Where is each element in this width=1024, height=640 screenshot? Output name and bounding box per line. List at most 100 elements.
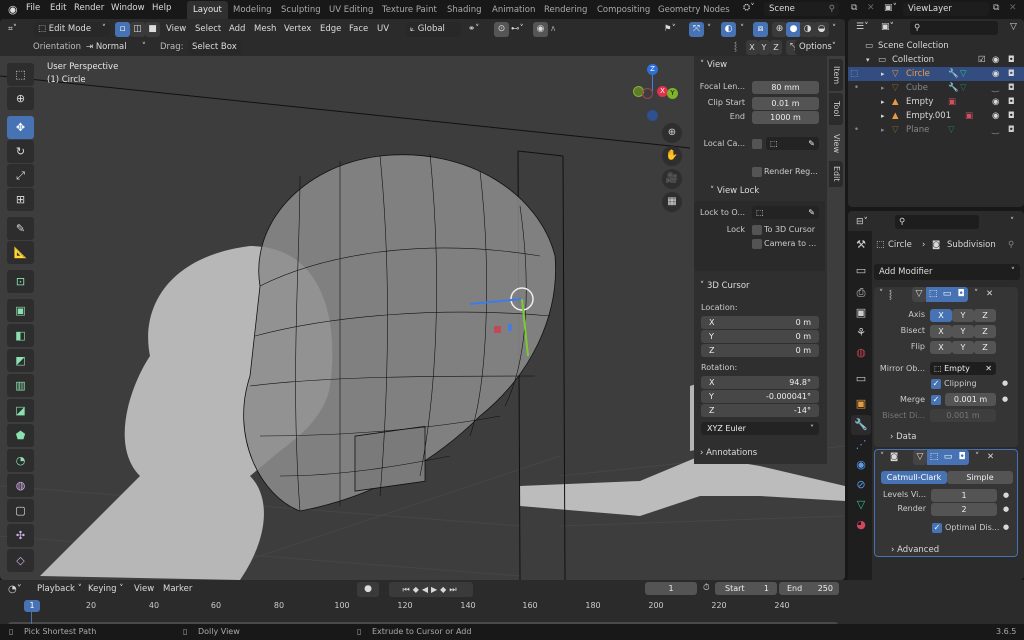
menu-render[interactable]: Render (74, 3, 104, 13)
mesh-data-icon[interactable]: ▽ (960, 81, 967, 95)
tool-select-box[interactable]: ⬚ (7, 63, 34, 86)
menu-edit[interactable]: Edit (50, 3, 66, 13)
collapse-chevron-icon[interactable]: ˅ (879, 289, 883, 299)
render-camera-icon[interactable]: ◘ (1008, 123, 1015, 137)
timeline-view-menu[interactable]: View (134, 582, 154, 597)
current-frame-field[interactable]: 1 (645, 582, 697, 595)
editor-type-icon[interactable]: ⊟˅ (856, 217, 868, 227)
merge-distance-field[interactable]: 0.001 m (945, 393, 996, 406)
playhead[interactable]: 1 (24, 600, 40, 612)
delete-scene-icon[interactable]: ✕ (867, 3, 875, 13)
render-camera-icon[interactable]: ◘ (1008, 109, 1015, 123)
snap-target-icon[interactable]: ⊷˅ (511, 22, 524, 37)
cursor-rotation-y[interactable]: Y -0.000041° (701, 390, 819, 403)
outliner-search-input[interactable]: ⚲ (910, 21, 998, 35)
modifier-menu-chevron-icon[interactable]: ˅ (974, 289, 978, 299)
tool-shear[interactable]: ◇ (7, 549, 34, 572)
mesh-data-icon[interactable]: ▽ (948, 123, 955, 137)
bisect-z-toggle[interactable]: Z (974, 325, 996, 338)
camera-to-view-checkbox[interactable] (752, 239, 762, 249)
gizmo-toggle-icon[interactable]: ⤧ (689, 22, 704, 37)
overlays-toggle-icon[interactable]: ◐ (721, 22, 736, 37)
menu-face[interactable]: Face (349, 22, 368, 37)
rendered-shading-icon[interactable]: ◒ (814, 22, 829, 37)
pin-icon[interactable]: ⚲ (1008, 240, 1014, 250)
local-camera-field[interactable]: ⬚ ✎ (766, 137, 819, 150)
axis-z-toggle[interactable]: Z (974, 309, 996, 322)
viewport-toggle-icon[interactable]: ▭ (940, 287, 954, 302)
editor-type-icon[interactable]: ⌗˅ (8, 22, 17, 37)
workspace-tab-rendering[interactable]: Rendering (538, 1, 593, 19)
cursor-rotation-x[interactable]: X 94.8° (701, 376, 819, 389)
outliner-item-empty-001[interactable]: ▸ ▲ Empty.001 ▣ ◉ ◘ (848, 109, 1024, 123)
npanel-tab-item[interactable]: Item (829, 59, 843, 91)
clear-icon[interactable]: ✕ (985, 362, 992, 375)
clip-start-field[interactable]: 0.01 m (752, 97, 819, 110)
keying-menu[interactable]: Keying ˅ (84, 582, 126, 597)
tool-move[interactable]: ✥ (7, 116, 34, 139)
orientation-dropdown[interactable]: ⇥ Normal ˅ (82, 40, 150, 55)
render-tab-icon[interactable]: ▭ (851, 261, 871, 281)
menu-vertex[interactable]: Vertex (284, 22, 311, 37)
editor-type-clock-icon[interactable]: ◔˅ (8, 584, 22, 595)
edit-cage-icon[interactable]: ▽ (913, 450, 927, 465)
edit-cage-icon[interactable]: ▽ (912, 287, 926, 302)
tool-measure[interactable]: 📐 (7, 241, 34, 264)
axis-x-toggle[interactable]: X (930, 309, 952, 322)
mirror-x-toggle[interactable]: X (746, 40, 758, 55)
tool-cursor[interactable]: ⊕ (7, 87, 34, 110)
pan-view-hand-icon[interactable]: ✋ (662, 146, 682, 166)
workspace-tab-shading[interactable]: Shading (441, 1, 488, 19)
data-tab-icon[interactable]: ▽ (851, 495, 871, 515)
remove-modifier-icon[interactable]: ✕ (987, 452, 994, 462)
falloff-icon[interactable]: ∧ (550, 22, 556, 37)
outliner-item-empty[interactable]: ▸ ▲ Empty ▣ ◉ ◘ (848, 95, 1024, 109)
cursor-location-z[interactable]: Z0 m (701, 344, 819, 357)
image-data-icon[interactable]: ▣ (965, 109, 973, 123)
visibility-eye-icon[interactable]: ◉ (992, 109, 999, 123)
menu-add[interactable]: Add (229, 22, 245, 37)
tool-add-cube[interactable]: ⊡ (7, 270, 34, 293)
levels-viewport-field[interactable]: 1 (931, 489, 997, 502)
menu-window[interactable]: Window (111, 3, 145, 13)
menu-select[interactable]: Select (195, 22, 221, 37)
display-mode-icon[interactable]: ☰˅ (856, 22, 869, 32)
mode-dropdown[interactable]: ⬚ Edit Mode ˅ (34, 22, 110, 37)
mirror-y-toggle[interactable]: Y (758, 40, 770, 55)
mirror-z-toggle[interactable]: Z (770, 40, 782, 55)
object-tab-icon[interactable]: ▣ (851, 394, 871, 414)
tool-shrink-fatten[interactable]: ✣ (7, 524, 34, 547)
viewport-toggle-icon[interactable]: ▭ (941, 450, 955, 465)
eyedropper-icon[interactable]: ✎ (808, 206, 815, 219)
workspace-tab-animation[interactable]: Animation (486, 1, 541, 19)
start-frame-field[interactable]: Start 1 (715, 582, 777, 595)
tool-edge-slide[interactable]: ▢ (7, 499, 34, 522)
gizmo-neg-z-axis[interactable] (647, 110, 658, 121)
clipping-checkbox[interactable]: ✓ (931, 379, 941, 389)
menu-mesh[interactable]: Mesh (254, 22, 276, 37)
output-tab-icon[interactable]: ⎙ (851, 283, 871, 303)
exclude-checkbox-icon[interactable]: ☑ (978, 53, 986, 67)
tool-smooth[interactable]: ◍ (7, 474, 34, 497)
expand-arrow-icon[interactable]: ▾ (866, 53, 870, 67)
axis-y-toggle[interactable]: Y (952, 309, 974, 322)
tool-inset-faces[interactable]: ◧ (7, 324, 34, 347)
material-preview-icon[interactable]: ◑ (800, 22, 815, 37)
remove-modifier-icon[interactable]: ✕ (986, 289, 993, 299)
scene-tab-icon[interactable]: ⚘ (851, 323, 871, 343)
menu-view[interactable]: View (166, 22, 186, 37)
tool-tab-icon[interactable]: ⚒ (851, 235, 871, 255)
modifier-wrench-icon[interactable]: 🔧 (948, 67, 959, 81)
zoom-view-icon[interactable]: ⊕ (662, 123, 682, 143)
view-lock-header[interactable]: ˅ View Lock (710, 186, 759, 196)
tool-bevel[interactable]: ◩ (7, 349, 34, 372)
render-camera-icon[interactable]: ◘ (1008, 67, 1015, 81)
delete-view-layer-icon[interactable]: ✕ (1009, 3, 1017, 13)
physics-tab-icon[interactable]: ◉ (851, 455, 871, 475)
keyframe-dot-icon[interactable]: ● (1003, 491, 1009, 499)
drag-dropdown[interactable]: Select Box (188, 40, 241, 55)
navigation-gizmo[interactable]: Z X Y (625, 62, 685, 122)
cursor-rotation-z[interactable]: Z -14° (701, 404, 819, 417)
gizmo-y-axis[interactable]: Y (667, 88, 678, 99)
menu-uv[interactable]: UV (377, 22, 389, 37)
